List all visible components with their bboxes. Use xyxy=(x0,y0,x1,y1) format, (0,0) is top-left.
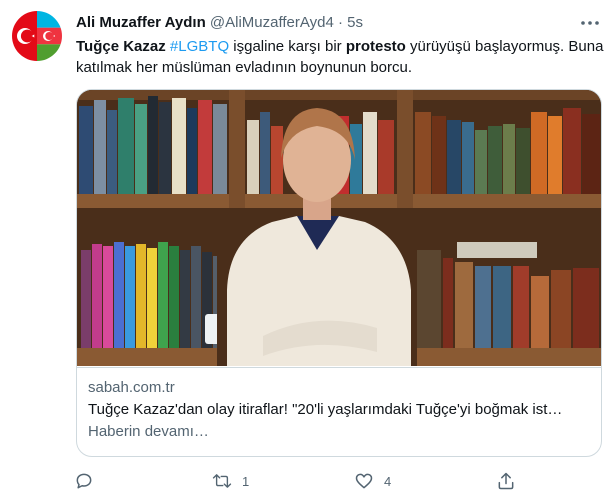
card-title[interactable]: Tuğçe Kazaz'dan olay itiraflar! "20'li y… xyxy=(88,400,590,420)
link-card[interactable]: sabah.com.tr Tuğçe Kazaz'dan olay itiraf… xyxy=(76,89,602,457)
bold-word: protesto xyxy=(345,38,406,55)
tweet-time[interactable]: 5s xyxy=(347,14,363,31)
more-button[interactable] xyxy=(580,14,600,32)
more-icon xyxy=(581,21,599,25)
share-icon xyxy=(496,471,516,491)
like-button[interactable]: 4 xyxy=(354,468,391,494)
card-photo xyxy=(77,90,601,366)
card-description: Haberin devamı… xyxy=(88,423,209,440)
card-image[interactable] xyxy=(77,90,601,366)
tweet[interactable]: Ali Muzaffer Aydın @AliMuzafferAyd4 · 5s… xyxy=(0,0,614,499)
card-domain: sabah.com.tr xyxy=(88,379,175,396)
author-name[interactable]: Ali Muzaffer Aydın xyxy=(76,14,206,31)
retweet-count: 1 xyxy=(242,473,250,489)
share-button[interactable] xyxy=(496,468,526,494)
retweet-button[interactable]: 1 xyxy=(212,468,249,494)
tweet-header: Ali Muzaffer Aydın @AliMuzafferAyd4 · 5s xyxy=(76,12,574,34)
like-count: 4 xyxy=(384,473,392,489)
avatar[interactable] xyxy=(12,11,62,61)
mention-name: Tuğçe Kazaz xyxy=(76,38,166,55)
separator-dot: · xyxy=(337,14,343,31)
card-meta: sabah.com.tr Tuğçe Kazaz'dan olay itiraf… xyxy=(77,367,601,442)
hashtag-link[interactable]: #LGBTQ xyxy=(170,38,229,55)
retweet-icon xyxy=(212,471,232,491)
tweet-actions: 1 4 xyxy=(72,468,612,494)
tweet-text: Tuğçe Kazaz #LGBTQ işgaline karşı bir pr… xyxy=(76,36,606,78)
reply-button[interactable] xyxy=(74,468,104,494)
author-handle[interactable]: @AliMuzafferAyd4 xyxy=(210,14,334,31)
heart-icon xyxy=(354,471,374,491)
text-segment: işgaline karşı bir xyxy=(229,38,346,55)
reply-icon xyxy=(74,471,94,491)
flag-avatar-icon xyxy=(12,11,62,61)
